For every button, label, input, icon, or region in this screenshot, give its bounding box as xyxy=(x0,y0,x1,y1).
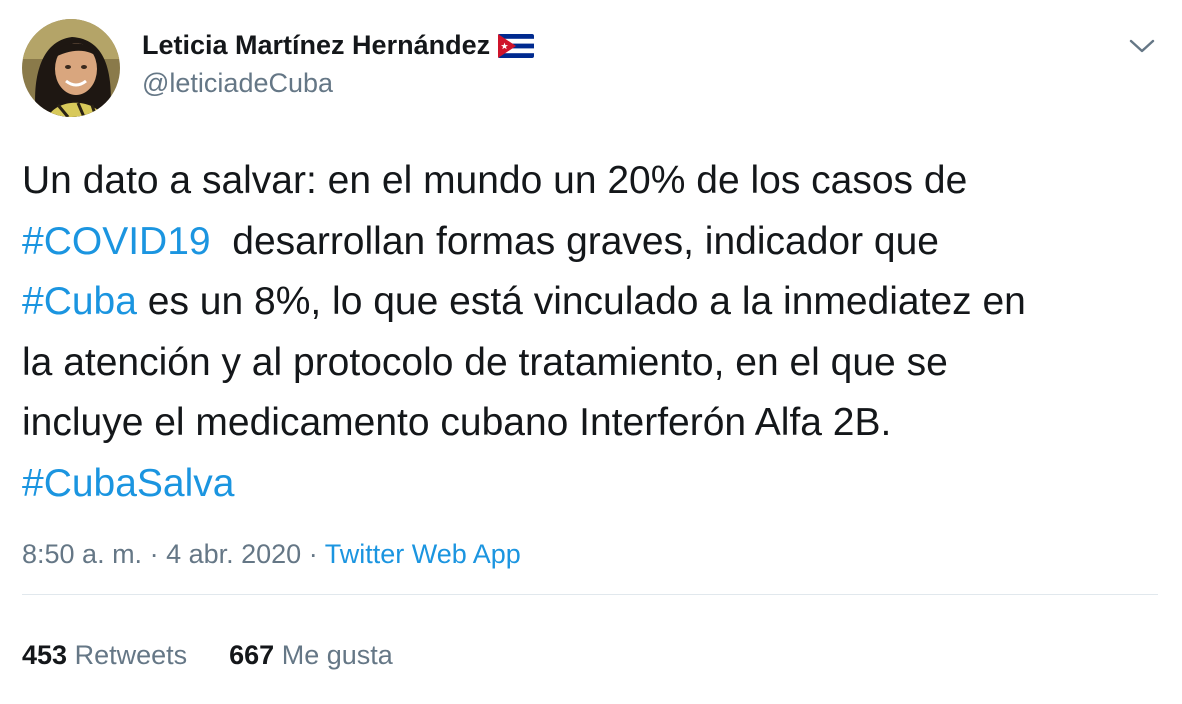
likes-count: 667 xyxy=(229,640,275,670)
tweet-text-line: #CubaSalva xyxy=(22,454,1172,515)
tweet-text-segment: la atención y al protocolo de tratamient… xyxy=(22,340,948,384)
retweets-count: 453 xyxy=(22,640,68,670)
user-handle[interactable]: @leticiadeCuba xyxy=(142,68,333,99)
tweet-time[interactable]: 8:50 a. m. xyxy=(22,539,142,569)
tweet-source-link[interactable]: Twitter Web App xyxy=(325,539,521,569)
meta-separator: · xyxy=(301,539,325,569)
user-name-row[interactable]: Leticia Martínez Hernández xyxy=(142,30,535,61)
meta-separator: · xyxy=(142,539,167,569)
retweets-label: Retweets xyxy=(74,640,188,670)
likes-stat[interactable]: 667 Me gusta xyxy=(229,640,393,671)
divider xyxy=(22,594,1158,595)
tweet-text-line: Un dato a salvar: en el mundo un 20% de … xyxy=(22,151,1172,212)
likes-label: Me gusta xyxy=(281,640,393,670)
tweet-meta: 8:50 a. m. · 4 abr. 2020 · Twitter Web A… xyxy=(22,539,521,570)
tweet-text: Un dato a salvar: en el mundo un 20% de … xyxy=(22,151,1172,514)
tweet-text-segment: Un dato a salvar: en el mundo un 20% de … xyxy=(22,159,968,202)
tweet-text-segment: incluye el medicamento cubano Interferón… xyxy=(22,401,892,444)
avatar[interactable] xyxy=(22,19,120,117)
profile-photo-icon xyxy=(22,19,120,117)
hashtag-link[interactable]: #Cuba xyxy=(22,280,137,323)
tweet-menu-button[interactable] xyxy=(1124,28,1160,64)
chevron-down-icon xyxy=(1129,39,1155,53)
tweet-text-line: incluye el medicamento cubano Interferón… xyxy=(22,393,1172,454)
hashtag-link[interactable]: #CubaSalva xyxy=(22,462,234,505)
tweet-text-line: #COVID19 desarrollan formas graves, indi… xyxy=(22,212,1172,273)
tweet-text-segment: es un 8%, lo que está vinculado a la inm… xyxy=(136,280,1026,323)
tweet-text-segment: desarrollan formas graves, indicador que xyxy=(210,219,939,263)
tweet-detail: Leticia Martínez Hernández @leticiadeCub… xyxy=(0,0,1182,704)
tweet-date[interactable]: 4 abr. 2020 xyxy=(166,539,301,569)
tweet-text-line: #Cuba es un 8%, lo que está vinculado a … xyxy=(22,272,1172,333)
tweet-text-line: la atención y al protocolo de tratamient… xyxy=(22,333,1172,394)
cuba-flag-icon xyxy=(498,33,535,58)
retweets-stat[interactable]: 453 Retweets xyxy=(22,640,187,671)
hashtag-link[interactable]: #COVID19 xyxy=(22,220,211,263)
display-name[interactable]: Leticia Martínez Hernández xyxy=(142,30,490,61)
tweet-stats: 453 Retweets 667 Me gusta xyxy=(22,640,393,671)
